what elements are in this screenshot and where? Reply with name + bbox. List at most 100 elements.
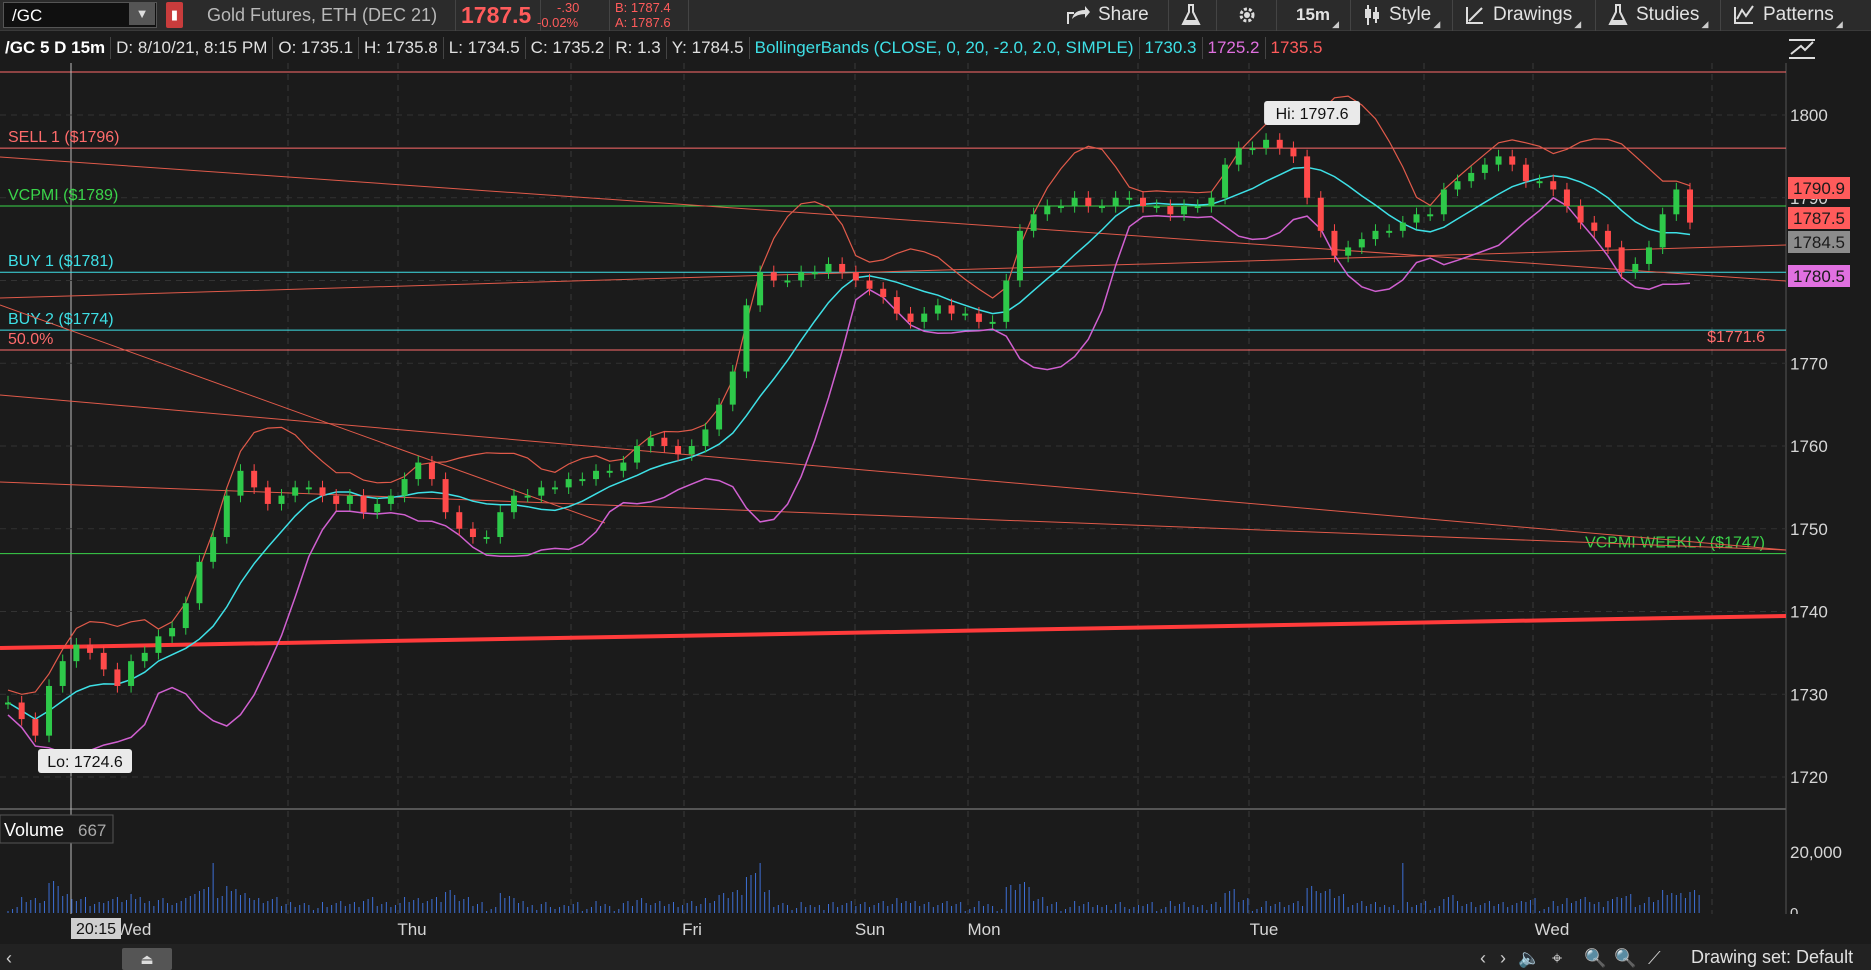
time-axis-bg — [0, 914, 1871, 944]
candle-body — [1358, 239, 1365, 248]
price-tick-label: 1740 — [1790, 603, 1828, 622]
bar-close: C: 1735.2 — [526, 37, 611, 59]
candle-body — [1003, 280, 1010, 322]
candle-body — [1509, 156, 1516, 165]
candle-body — [538, 487, 545, 496]
candle-body — [1522, 164, 1529, 182]
candle-body — [141, 652, 148, 662]
candle-body — [264, 487, 271, 504]
candle-body — [1372, 230, 1379, 240]
candle-body — [798, 272, 805, 281]
candle-body — [128, 661, 135, 686]
price-pane-bg — [0, 63, 1786, 808]
candle-body — [169, 628, 176, 637]
bb-mid-value: 1730.3 — [1140, 37, 1203, 59]
crosshair-icon[interactable]: ⌖ — [1552, 948, 1562, 969]
volume-label: Volume — [4, 820, 64, 840]
time-axis: Wed Thu Fri Sun Mon Tue Wed20:15 — [0, 914, 1871, 944]
candle-body — [59, 661, 66, 686]
time-tick-label: Mon — [967, 920, 1000, 939]
candle-body — [675, 446, 682, 455]
candle-body — [278, 495, 285, 504]
bar-date: D: 8/10/21, 8:15 PM — [111, 37, 274, 59]
cursor-y: Y: 1784.5 — [667, 37, 750, 59]
candle-body — [1098, 206, 1105, 209]
symbol-period: /GC 5 D 15m — [0, 37, 112, 59]
candle-body — [251, 470, 258, 488]
speaker-icon[interactable]: 🔈 — [1518, 948, 1540, 969]
candle-body — [893, 297, 900, 314]
candle-body — [469, 528, 476, 538]
candle-body — [1659, 214, 1666, 248]
candle-body — [1345, 247, 1352, 256]
collapse-plot-icon[interactable] — [1787, 36, 1819, 60]
zoom-out-icon[interactable]: 🔍 — [1614, 948, 1636, 969]
scroll-left-icon[interactable]: ‹ — [6, 948, 12, 969]
hi-label: Hi: 1797.6 — [1276, 106, 1349, 123]
candle-body — [1290, 148, 1297, 157]
candle-body — [839, 263, 846, 273]
candle-body — [934, 305, 941, 314]
candle-body — [237, 470, 244, 496]
candle-body — [524, 495, 531, 498]
candle-body — [1413, 214, 1420, 223]
candle-body — [1222, 164, 1229, 198]
candle-body — [333, 495, 340, 504]
candle-body — [702, 429, 709, 446]
candle-body — [319, 487, 326, 496]
candle-body — [1454, 181, 1461, 190]
scroll-left-icon[interactable]: ‹ — [1480, 948, 1486, 969]
candle-body — [360, 495, 367, 513]
candle-body — [1536, 181, 1543, 184]
candle-body — [716, 404, 723, 430]
candle-body — [305, 487, 312, 490]
candle-body — [1495, 156, 1502, 165]
price-tick-label: 1720 — [1790, 768, 1828, 787]
candle-body — [770, 272, 777, 281]
candle-body — [729, 371, 736, 405]
candle-body — [866, 280, 873, 289]
time-tick-label: Wed — [1535, 920, 1570, 939]
candle-body — [442, 479, 449, 513]
candle-body — [880, 288, 887, 298]
candle-body — [223, 495, 230, 538]
lo-label: Lo: 1724.6 — [47, 754, 123, 771]
study-name[interactable]: BollingerBands (CLOSE, 0, 20, -2.0, 2.0,… — [750, 37, 1140, 59]
candle-body — [1194, 206, 1201, 209]
candle-body — [1399, 222, 1406, 231]
candle-body — [852, 272, 859, 281]
zoom-in-icon[interactable]: 🔍 — [1584, 948, 1606, 969]
candle-body — [620, 462, 627, 471]
candle-body — [1468, 172, 1475, 182]
price-level-label: 50.0% — [8, 331, 53, 348]
info-bar: /GC 5 D 15m D: 8/10/21, 8:15 PM O: 1735.… — [0, 33, 1328, 63]
candle-body — [210, 537, 217, 562]
candle-body — [510, 495, 517, 513]
volume-pane-bg — [0, 810, 1786, 914]
candle-body — [811, 272, 818, 275]
candle-body — [962, 313, 969, 316]
scrollbar-handle[interactable]: ⏏ — [122, 948, 172, 970]
candle-body — [784, 280, 791, 283]
candle-body — [1263, 139, 1270, 149]
volume-axis-max: 20,000 — [1790, 843, 1842, 862]
candle-body — [1386, 230, 1393, 233]
candle-body — [1563, 189, 1570, 207]
price-badge-label: 1787.5 — [1793, 209, 1845, 228]
drawing-tool-icon[interactable]: ⟋ — [1648, 948, 1661, 969]
price-tick-label: 1750 — [1790, 520, 1828, 539]
drawing-set-label[interactable]: Drawing set: Default — [1691, 947, 1853, 968]
candle-body — [1481, 164, 1488, 173]
candle-body — [1687, 189, 1693, 223]
scroll-right-icon[interactable]: › — [1500, 948, 1506, 969]
candle-body — [1167, 206, 1174, 215]
candle-body — [18, 702, 25, 720]
candle-body — [1632, 263, 1639, 273]
candle-body — [688, 446, 695, 455]
candle-body — [87, 644, 94, 653]
price-badge-label: 1790.9 — [1793, 179, 1845, 198]
candle-body — [1030, 214, 1037, 231]
price-chart[interactable]: SELL 1 ($1796) VCPMI ($1789) BUY 1 ($1781)… — [0, 0, 1871, 944]
candle-body — [387, 495, 394, 504]
bb-upper-value: 1735.5 — [1270, 38, 1323, 57]
